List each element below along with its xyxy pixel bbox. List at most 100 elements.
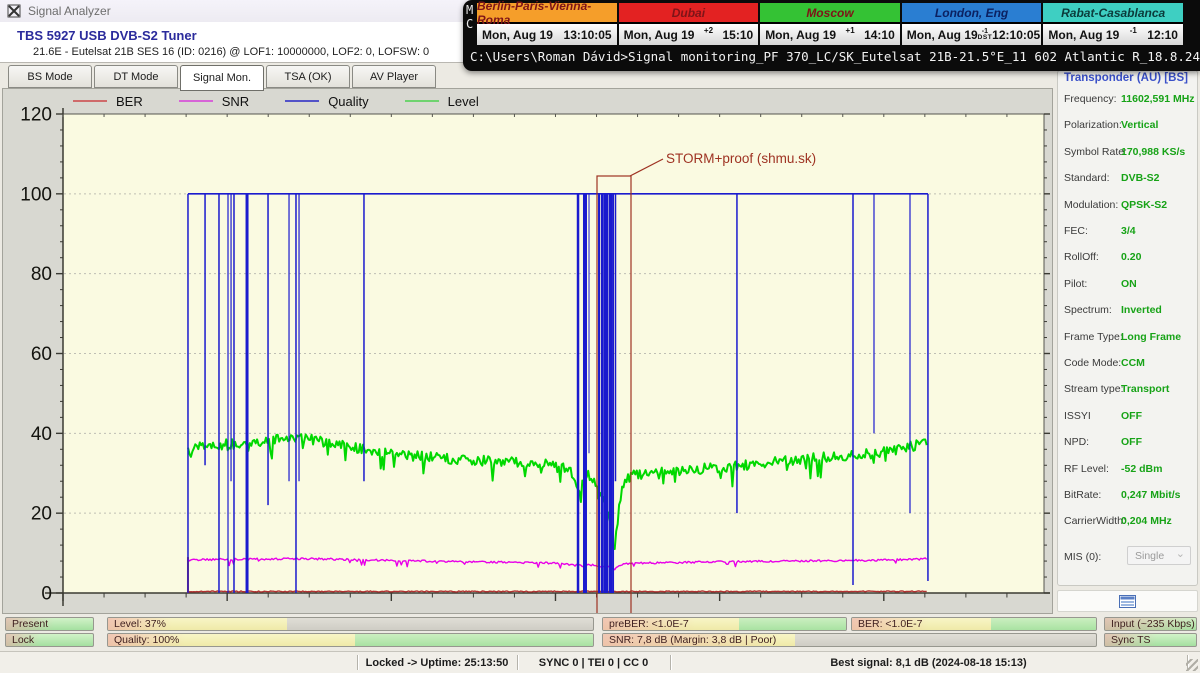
signal-chart: 020406080100120STORM+proof (shmu.sk) (3, 89, 1052, 613)
transponder-row-value: Long Frame (1121, 331, 1181, 343)
mis-row: MIS (0): Single ⌄ (1064, 551, 1194, 563)
transponder-row-label: Spectrum: (1064, 304, 1112, 316)
tuner-name: TBS 5927 USB DVB-S2 Tuner (17, 28, 197, 43)
resize-grip[interactable] (1186, 659, 1198, 671)
transponder-row: Pilot: ON (1064, 278, 1194, 292)
transponder-row-label: Modulation: (1064, 199, 1118, 211)
chart-legend: BER SNR Quality Level (73, 92, 515, 110)
transponder-row: ISSYIOFF (1064, 410, 1194, 424)
meter-fill-rest (355, 634, 593, 646)
transponder-row: CarrierWidth:0,204 MHz (1064, 515, 1194, 529)
transponder-row-label: Pilot: (1064, 278, 1087, 290)
transponder-row-value: DVB-S2 (1121, 172, 1160, 184)
transponder-row-label: Symbol Rate: (1064, 146, 1127, 158)
clock-time: 13:10:05 (564, 28, 612, 42)
chevron-down-icon: ⌄ (1176, 547, 1185, 560)
clock-city-header: Moscow (760, 3, 900, 24)
indicator-preber: preBER: <1.0E-7 (602, 617, 847, 631)
legend-item-quality: Quality (285, 94, 368, 109)
transponder-panel: Transponder (AU) [BS] Frequency:11602,59… (1057, 70, 1198, 586)
snapshot-strip (1057, 590, 1198, 612)
clock-utc-offset: +2 (694, 26, 722, 35)
clock-date: Mon, Aug 19 (624, 28, 695, 42)
transponder-row-value: CCM (1121, 357, 1145, 369)
storm-annotation: STORM+proof (shmu.sk) (666, 151, 816, 166)
snapshot-button[interactable] (1119, 595, 1136, 608)
signal-analyzer-window: Signal Analyzer TBS 5927 USB DVB-S2 Tune… (0, 0, 1200, 673)
transponder-row: Frame Type:Long Frame (1064, 331, 1194, 345)
tab-signal-mon[interactable]: Signal Mon. (180, 65, 264, 91)
signal-chart-panel: 020406080100120STORM+proof (shmu.sk) BER… (2, 88, 1053, 614)
status-bar: Locked -> Uptime: 25:13:50 SYNC 0 | TEI … (0, 651, 1200, 673)
clock-city-header: Berlin-Paris-Vienna-Roma (477, 3, 617, 24)
y-axis-label: 60 (31, 344, 52, 365)
tab-tsa[interactable]: TSA (OK) (266, 65, 350, 88)
indicator-label: Level: 37% (108, 618, 172, 630)
y-axis-label: 120 (20, 105, 52, 126)
indicator-present: Present (5, 617, 94, 631)
tab-dt-mode[interactable]: DT Mode (94, 65, 178, 88)
legend-line-sample (285, 100, 319, 102)
transponder-row-label: Polarization: (1064, 119, 1122, 131)
transponder-row-value: Transport (1121, 383, 1169, 395)
clock-time-cell: Mon, Aug 19+215:10 (619, 24, 759, 45)
transponder-row-label: RollOff: (1064, 251, 1099, 263)
transponder-row-value: ON (1121, 278, 1137, 290)
transponder-row: RollOff: 0.20 (1064, 251, 1194, 265)
tab-bs-mode[interactable]: BS Mode (8, 65, 92, 88)
transponder-row-value: OFF (1121, 436, 1142, 448)
legend-label: SNR (222, 94, 249, 109)
transponder-row-label: Standard: (1064, 172, 1110, 184)
clock-date: Mon, Aug 19 (1048, 28, 1119, 42)
clock-utc-offset: -1DST (978, 23, 993, 38)
transponder-row-value: 170,988 KS/s (1121, 146, 1185, 158)
clock-city-header: Dubai (619, 3, 759, 24)
mis-label: MIS (0): (1064, 551, 1101, 563)
y-axis-label: 100 (20, 184, 52, 205)
transponder-row: Stream type:Transport (1064, 383, 1194, 397)
transponder-row: Polarization:Vertical (1064, 119, 1194, 133)
meter-fill-rest (739, 618, 846, 630)
indicator-label: SNR: 7,8 dB (Margin: 3,8 dB | Poor) (603, 634, 782, 646)
indicator-label: Input (~235 Kbps) (1105, 618, 1197, 630)
legend-line-sample (179, 100, 213, 102)
clock-time: 12:10:05 (992, 28, 1040, 42)
status-best-signal: Best signal: 8,1 dB (2024-08-18 15:13) (670, 652, 1187, 673)
tab-av-player[interactable]: AV Player (352, 65, 436, 88)
transponder-row-value: -52 dBm (1121, 463, 1162, 475)
transponder-row-label: FEC: (1064, 225, 1088, 237)
transponder-row-value: 0.20 (1121, 251, 1141, 263)
transponder-row: Code Mode:CCM (1064, 357, 1194, 371)
y-axis-label: 40 (31, 424, 52, 445)
transponder-row: RF Level:-52 dBm (1064, 463, 1194, 477)
clock-utc-offset: +1 (836, 26, 864, 35)
clock-date: Mon, Aug 19 (765, 28, 836, 42)
clock-city-header: Rabat-Casablanca (1043, 3, 1183, 24)
legend-label: BER (116, 94, 143, 109)
window-title: Signal Analyzer (28, 4, 111, 18)
status-separator (517, 655, 518, 670)
clock-date: Mon, Aug 19 (907, 28, 978, 42)
legend-item-ber: BER (73, 94, 143, 109)
transponder-row-value: OFF (1121, 410, 1142, 422)
mis-dropdown[interactable]: Single ⌄ (1127, 546, 1191, 565)
indicator-label: BER: <1.0E-7 (852, 618, 929, 630)
transponder-row: FEC:3/4 (1064, 225, 1194, 239)
status-uptime: Locked -> Uptime: 25:13:50 (357, 652, 517, 673)
clock-time-cell: Mon, Aug 19-112:10 (1043, 24, 1183, 45)
transponder-row: Frequency:11602,591 MHz (1064, 93, 1194, 107)
legend-item-level: Level (405, 94, 479, 109)
status-separator (670, 655, 671, 670)
clock-time-cell: Mon, Aug 19-1DST12:10:05 (902, 24, 1042, 45)
legend-item-snr: SNR (179, 94, 249, 109)
transponder-row-label: Stream type: (1064, 383, 1124, 395)
status-separator (357, 655, 358, 670)
clock-column: London, EngMon, Aug 19-1DST12:10:05 (902, 3, 1042, 45)
legend-label: Quality (328, 94, 368, 109)
status-sync: SYNC 0 | TEI 0 | CC 0 (517, 652, 670, 673)
indicator-input-235-kbps-: Input (~235 Kbps) (1104, 617, 1197, 631)
meter-fill-rest (991, 618, 1096, 630)
clock-time-cell: Mon, Aug 1913:10:05 (477, 24, 617, 45)
transponder-row-label: Frame Type: (1064, 331, 1123, 343)
clock-city-header: London, Eng (902, 3, 1042, 24)
